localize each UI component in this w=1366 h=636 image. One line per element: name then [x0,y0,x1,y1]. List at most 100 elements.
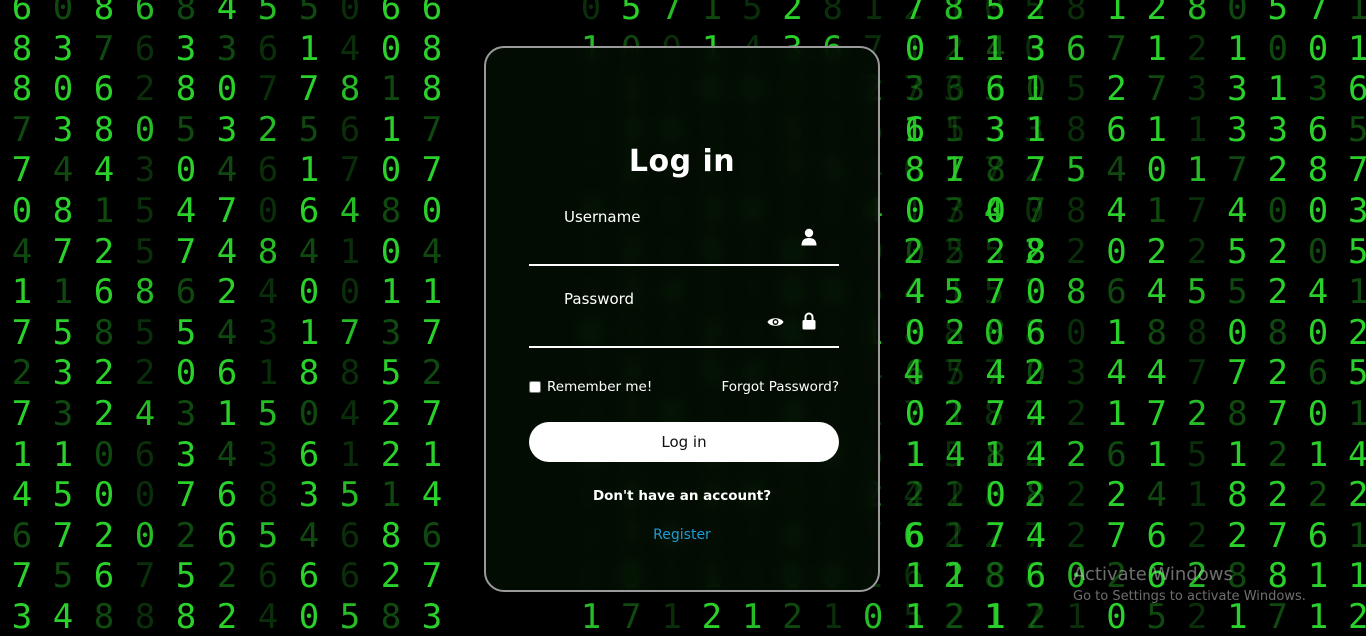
matrix-digit: 1 [945,0,966,28]
matrix-digit: 1 [52,272,74,313]
matrix-digit: 4 [11,475,33,516]
matrix-digit: 7 [93,28,115,69]
matrix-digit: 6 [421,0,443,28]
remember-me-checkbox[interactable] [529,381,541,393]
matrix-digit: 2 [1267,353,1288,394]
matrix-digit: 8 [380,596,402,636]
matrix-digit: 7 [1267,393,1288,434]
matrix-column: 7036800406012611 [1298,0,1338,636]
matrix-digit: 4 [421,475,443,516]
matrix-digit: 2 [1065,515,1087,556]
matrix-digit: 4 [1106,190,1127,231]
matrix-digit: 6 [945,69,966,110]
matrix-digit: 8 [134,272,156,313]
username-input[interactable] [564,232,788,260]
matrix-digit: 0 [134,515,156,556]
matrix-digit: 0 [580,0,602,28]
matrix-digit: 5 [52,556,74,597]
matrix-digit: 8 [380,515,402,556]
matrix-digit: 6 [1106,272,1127,313]
matrix-digit: 8 [93,596,115,636]
matrix-digit: 7 [134,556,156,597]
matrix-digit: 1 [380,69,402,110]
matrix-digit: 3 [52,109,74,150]
matrix-digit: 1 [380,109,402,150]
matrix-digit: 8 [175,0,197,28]
eye-icon[interactable] [767,316,784,328]
matrix-digit: 8 [904,150,926,191]
matrix-digit: 8 [257,475,279,516]
matrix-digit: 2 [1065,434,1087,475]
login-title: Log in [628,144,736,179]
matrix-digit: 8 [52,190,74,231]
matrix-digit: 4 [339,28,361,69]
matrix-digit: 5 [1186,272,1208,313]
register-link[interactable]: Register [486,527,878,543]
matrix-digit: 8 [339,69,361,110]
matrix-digit: 5 [298,0,320,28]
forgot-password-link[interactable]: Forgot Password? [722,378,840,396]
matrix-digit: 2 [782,596,803,636]
matrix-digit: 2 [1267,434,1288,475]
matrix-digit: 7 [175,231,197,272]
matrix-digit: 1 [862,0,884,28]
matrix-digit: 6 [216,353,238,394]
matrix-digit: 8 [11,28,33,69]
matrix-digit: 4 [175,190,197,231]
matrix-digit: 0 [339,0,361,28]
matrix-digit: 4 [1146,272,1168,313]
matrix-digit: 8 [339,353,361,394]
matrix-digit: 1 [701,0,723,28]
matrix-digit: 7 [175,475,197,516]
matrix-digit: 6 [339,556,361,597]
matrix-digit: 2 [904,475,926,516]
matrix-digit: 0 [93,475,115,516]
matrix-digit: 6 [134,434,156,475]
matrix-column: 2171012484714665 [1137,0,1177,636]
user-icon [801,228,817,246]
matrix-digit: 5 [621,0,642,28]
matrix-column: 0303487153315754 [43,0,83,636]
matrix-digit: 8 [1227,475,1248,516]
matrix-digit: 6 [1307,515,1329,556]
matrix-column: 1165735125142112 [935,0,975,636]
matrix-digit: 1 [985,596,1006,636]
matrix-digit: 0 [904,312,926,353]
matrix-digit: 4 [1025,393,1047,434]
matrix-digit: 4 [421,231,443,272]
matrix-column: 6887704172714673 [2,0,42,636]
matrix-digit: 3 [1227,69,1248,110]
matrix-digit: 3 [52,393,74,434]
matrix-digit: 0 [1307,393,1329,434]
matrix-digit: 0 [257,190,279,231]
matrix-digit: 1 [380,272,402,313]
matrix-digit: 5 [134,231,156,272]
matrix-digit: 3 [1227,109,1248,150]
matrix-digit: 1 [216,393,238,434]
matrix-digit: 2 [216,272,238,313]
login-button[interactable]: Log in [529,422,839,462]
matrix-digit: 5 [945,231,966,272]
password-field[interactable]: Password [529,290,839,348]
matrix-digit: 6 [1025,312,1047,353]
password-input[interactable] [564,314,788,342]
matrix-digit: 6 [257,28,279,69]
matrix-digit: 8 [985,312,1006,353]
username-field[interactable]: Username [529,208,839,266]
matrix-digit: 1 [257,353,279,394]
matrix-digit: 4 [1106,150,1127,191]
remember-me[interactable]: Remember me! [529,378,652,396]
matrix-digit: 1 [298,312,320,353]
matrix-digit: 6 [904,353,926,394]
matrix-column: 5672608431538564 [248,0,288,636]
login-options: Remember me! Forgot Password? [529,378,839,398]
matrix-digit: 3 [216,109,238,150]
matrix-digit: 7 [11,150,33,191]
activate-windows-title: Activate Windows [1073,564,1233,585]
matrix-digit: 4 [93,150,115,191]
matrix-digit: 4 [1025,434,1047,475]
matrix-digit: 8 [1065,272,1087,313]
matrix-digit: 6 [339,515,361,556]
matrix-digit: 3 [945,190,966,231]
matrix-digit: 2 [1186,28,1208,69]
